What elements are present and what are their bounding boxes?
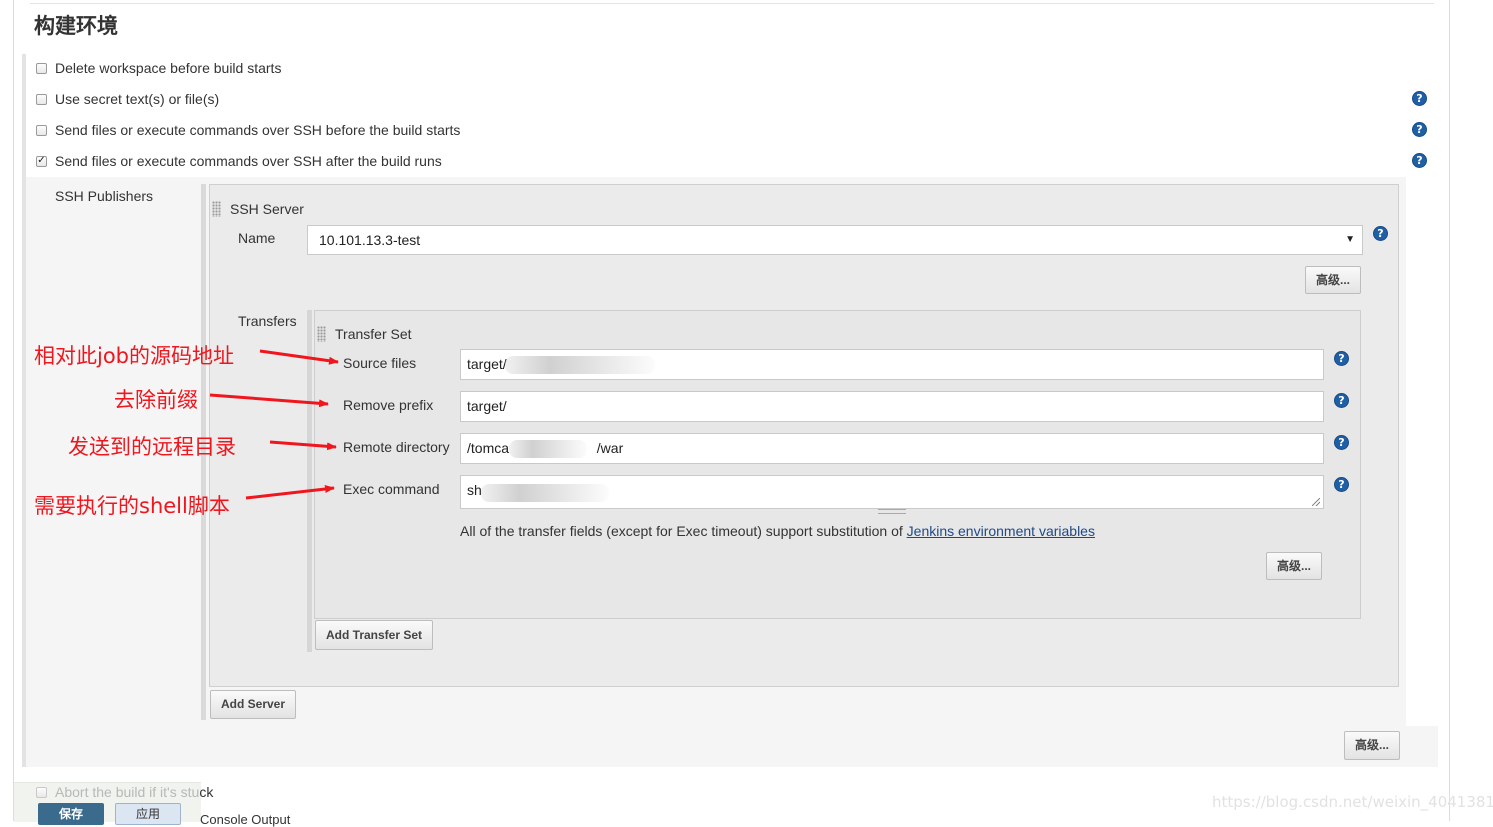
arrow-remote [269,440,337,451]
arrow-exec [245,485,335,500]
abort-label-faded: Abort the build if it's stu [55,784,200,800]
abort-label-tail: ck [199,784,214,800]
apply-button[interactable]: 应用 [115,803,181,825]
console-output-label: Console Output [200,812,291,827]
save-button[interactable]: 保存 [38,803,104,825]
abort-stuck-row[interactable]: Abort the build if it's stu ck [36,784,213,800]
arrow-prefix [209,393,329,408]
arrow-source [259,349,339,365]
annotation-arrows [209,349,339,500]
watermark: https://blog.csdn.net/weixin_40413816 [1212,793,1493,811]
checkbox-abort-stuck[interactable] [36,786,47,798]
